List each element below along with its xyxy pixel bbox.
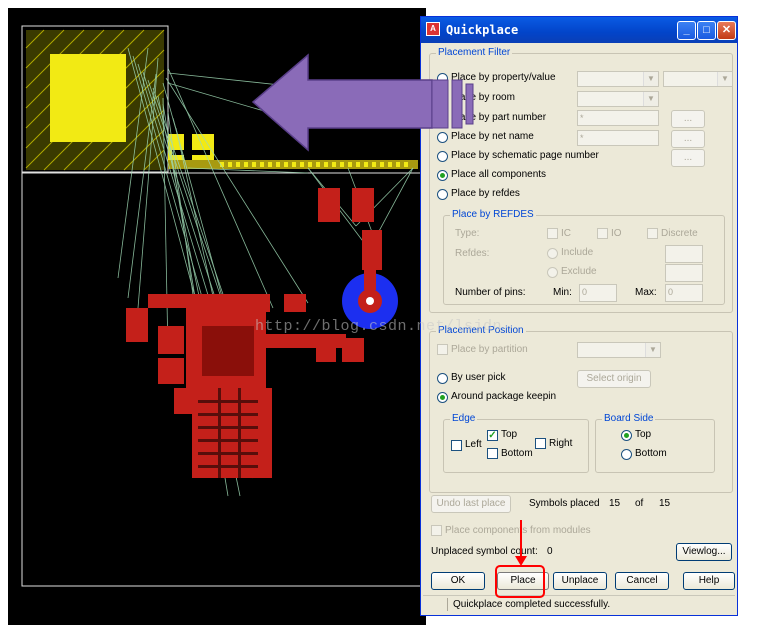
red-highlight-arrow-icon xyxy=(495,520,545,598)
annotation-overlay xyxy=(251,53,545,598)
purple-arrow-icon xyxy=(251,53,474,152)
